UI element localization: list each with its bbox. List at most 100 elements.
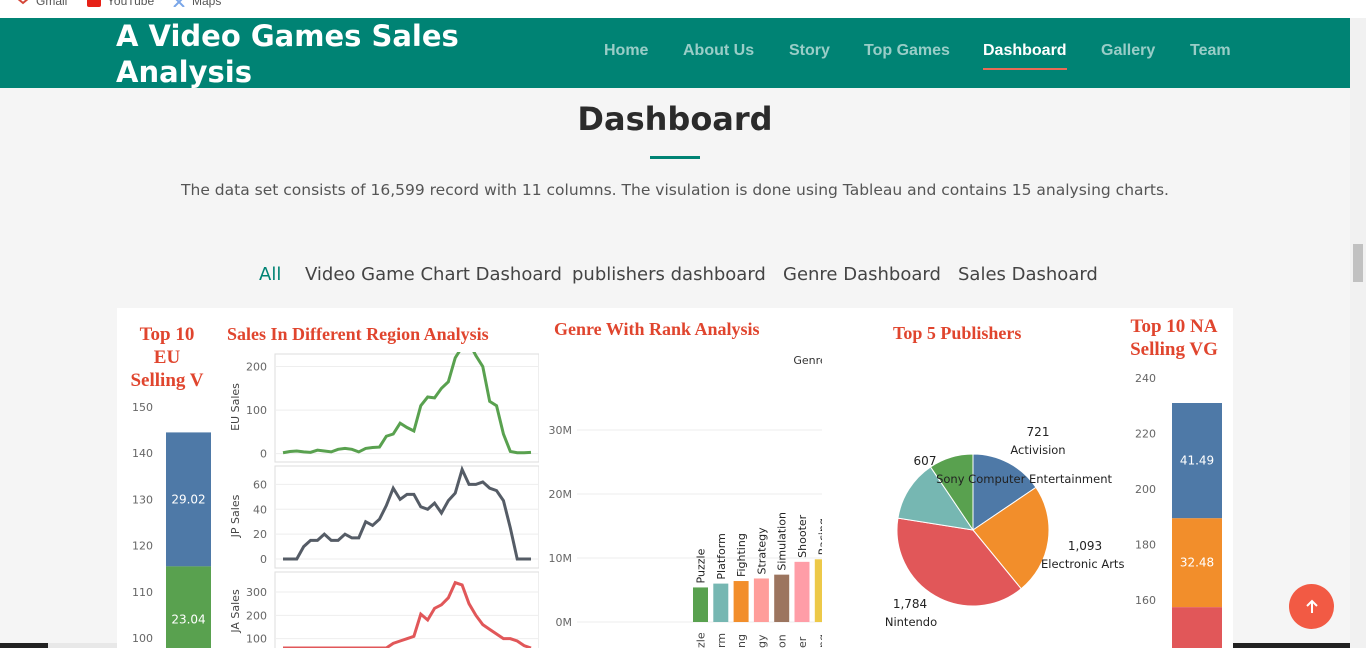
scrollbar-thumb[interactable] xyxy=(1353,244,1363,282)
arrow-up-icon xyxy=(1305,599,1318,613)
y-tick-label: 0 xyxy=(260,448,267,461)
slice-name-label: Activision xyxy=(1010,443,1065,457)
y-tick-label: 160 xyxy=(1135,594,1156,607)
x-tick-label: zle xyxy=(695,632,708,648)
y-tick-label: 220 xyxy=(1135,428,1156,441)
bar-category-label: Platform xyxy=(715,533,728,579)
y-tick-label: 200 xyxy=(246,361,267,374)
brand-line-2: Analysis xyxy=(116,55,252,89)
filter-publishers[interactable]: publishers dashboard xyxy=(572,264,766,285)
chart-region-title: Sales In Different Region Analysis xyxy=(227,324,489,344)
youtube-icon xyxy=(87,0,101,7)
panel-frame xyxy=(274,465,539,569)
genre-rank-chart: Genre 0M 10M 20M 30M Puzzle zle Platform rm Fight… xyxy=(549,354,822,648)
slice-name-label: Electronic Arts xyxy=(1041,557,1124,571)
y-tick-label: 300 xyxy=(246,586,267,599)
y-tick-label: 140 xyxy=(132,447,153,460)
genre-bar xyxy=(753,578,769,622)
y-axis-label: JP Sales xyxy=(229,494,242,538)
panel-frame xyxy=(274,353,539,463)
chart-publishers-title: Top 5 Publishers xyxy=(893,323,1022,343)
filter-all[interactable]: All xyxy=(259,264,281,285)
slice-value-label: 1,784 xyxy=(893,597,927,611)
bar-segment xyxy=(1172,607,1222,648)
bar-category-label: Strategy xyxy=(755,527,768,575)
vertical-scrollbar[interactable] xyxy=(1350,18,1366,648)
y-axis-label: JA Sales xyxy=(229,589,242,634)
filter-video-game-chart[interactable]: Video Game Chart Dashoard xyxy=(305,264,562,285)
back-to-top-button[interactable] xyxy=(1289,584,1334,629)
gmail-icon xyxy=(16,0,30,6)
y-tick-label: 30M xyxy=(549,424,573,437)
y-tick-label: 200 xyxy=(246,609,267,622)
nav-gallery[interactable]: Gallery xyxy=(1101,42,1155,60)
na-sales-chart: 160 180 200 220 240 41.49 32.48 xyxy=(1135,372,1222,648)
y-tick-label: 20 xyxy=(253,528,267,541)
portfolio-filters: All Video Game Chart Dashoard publishers… xyxy=(0,264,1350,290)
y-tick-label: 180 xyxy=(1135,539,1156,552)
genre-bar xyxy=(733,581,749,622)
bar-category-label: Fighting xyxy=(735,533,748,577)
slice-value-label: 1,093 xyxy=(1068,539,1102,553)
bookmark-gmail[interactable]: Gmail xyxy=(16,0,67,8)
y-tick-label: 100 xyxy=(246,404,267,417)
brand-line-1: A Video Games Sales xyxy=(116,19,459,53)
slice-name-label: Nintendo xyxy=(885,615,937,629)
chart-na-title: Top 10 NA Selling VG xyxy=(1130,316,1218,360)
genre-bar xyxy=(774,574,790,622)
publishers-pie-chart: 721 Activision 1,093 Electronic Arts 1,784 Ni… xyxy=(885,425,1125,629)
y-tick-label: 200 xyxy=(1135,483,1156,496)
bookmark-label: YouTube xyxy=(107,0,155,8)
y-tick-label: 0 xyxy=(260,553,267,566)
section-title: Dashboard xyxy=(577,100,773,138)
chart-subtitle: Genre xyxy=(793,354,822,367)
dashboard-image[interactable]: Top 10 EU Selling V 100 110 120 130 140 150 29… xyxy=(117,308,1233,648)
y-tick-label: 240 xyxy=(1135,372,1156,385)
x-tick-label: rm xyxy=(715,633,728,648)
y-tick-label: 100 xyxy=(246,633,267,646)
maps-icon xyxy=(172,0,186,8)
bar-category-label: Puzzle xyxy=(695,548,708,583)
section-title-underline xyxy=(650,156,700,159)
slice-name-label: Sony Computer Entertainment xyxy=(936,472,1112,486)
filter-genre[interactable]: Genre Dashboard xyxy=(783,264,941,285)
y-tick-label: 120 xyxy=(132,540,153,553)
section-description: The data set consists of 16,599 record w… xyxy=(181,181,1169,199)
y-tick-label: 60 xyxy=(253,478,267,491)
nav-home[interactable]: Home xyxy=(604,42,648,60)
bookmark-label: Gmail xyxy=(36,0,68,8)
y-tick-label: 110 xyxy=(132,586,153,599)
slice-value-label: 721 xyxy=(1027,425,1050,439)
bar-category-label: Simulation xyxy=(776,512,789,571)
y-tick-label: 0M xyxy=(556,616,573,629)
bar-value-label: 23.04 xyxy=(171,613,205,627)
series-line xyxy=(282,352,532,455)
genre-bar xyxy=(713,583,729,622)
x-tick-label: on xyxy=(776,634,789,648)
y-axis-label: EU Sales xyxy=(229,383,242,431)
chart-genre-title: Genre With Rank Analysis xyxy=(554,319,760,339)
x-tick-label: gy xyxy=(755,634,768,648)
y-tick-label: 150 xyxy=(132,401,153,414)
nav-team[interactable]: Team xyxy=(1190,42,1231,60)
y-tick-label: 10M xyxy=(549,552,573,565)
y-tick-label: 100 xyxy=(132,632,153,645)
y-tick-label: 40 xyxy=(253,503,267,516)
region-sales-chart: 0 100 200 EU Sales 0 20 40 60 JP Sales 100 200 300 J… xyxy=(229,352,539,648)
y-tick-label: 130 xyxy=(132,493,153,506)
bar-segment xyxy=(166,566,211,648)
bookmark-maps[interactable]: Maps xyxy=(172,0,221,8)
filter-sales[interactable]: Sales Dashoard xyxy=(958,264,1098,285)
series-line xyxy=(283,465,531,561)
chart-eu-title: Top 10 EU Selling V xyxy=(130,324,204,391)
x-tick-label: ng xyxy=(735,634,748,648)
site-header: A Video Games Sales Analysis Home About … xyxy=(0,18,1350,90)
bar-value-label: 41.49 xyxy=(1180,454,1214,468)
nav-dashboard[interactable]: Dashboard xyxy=(983,42,1067,70)
nav-story[interactable]: Story xyxy=(789,42,830,60)
nav-top-games[interactable]: Top Games xyxy=(864,42,950,60)
nav-about-us[interactable]: About Us xyxy=(683,42,754,60)
site-logo[interactable]: A Video Games Sales Analysis xyxy=(116,18,516,90)
bookmark-youtube[interactable]: YouTube xyxy=(87,0,154,8)
bar-value-label: 32.48 xyxy=(1180,556,1214,570)
